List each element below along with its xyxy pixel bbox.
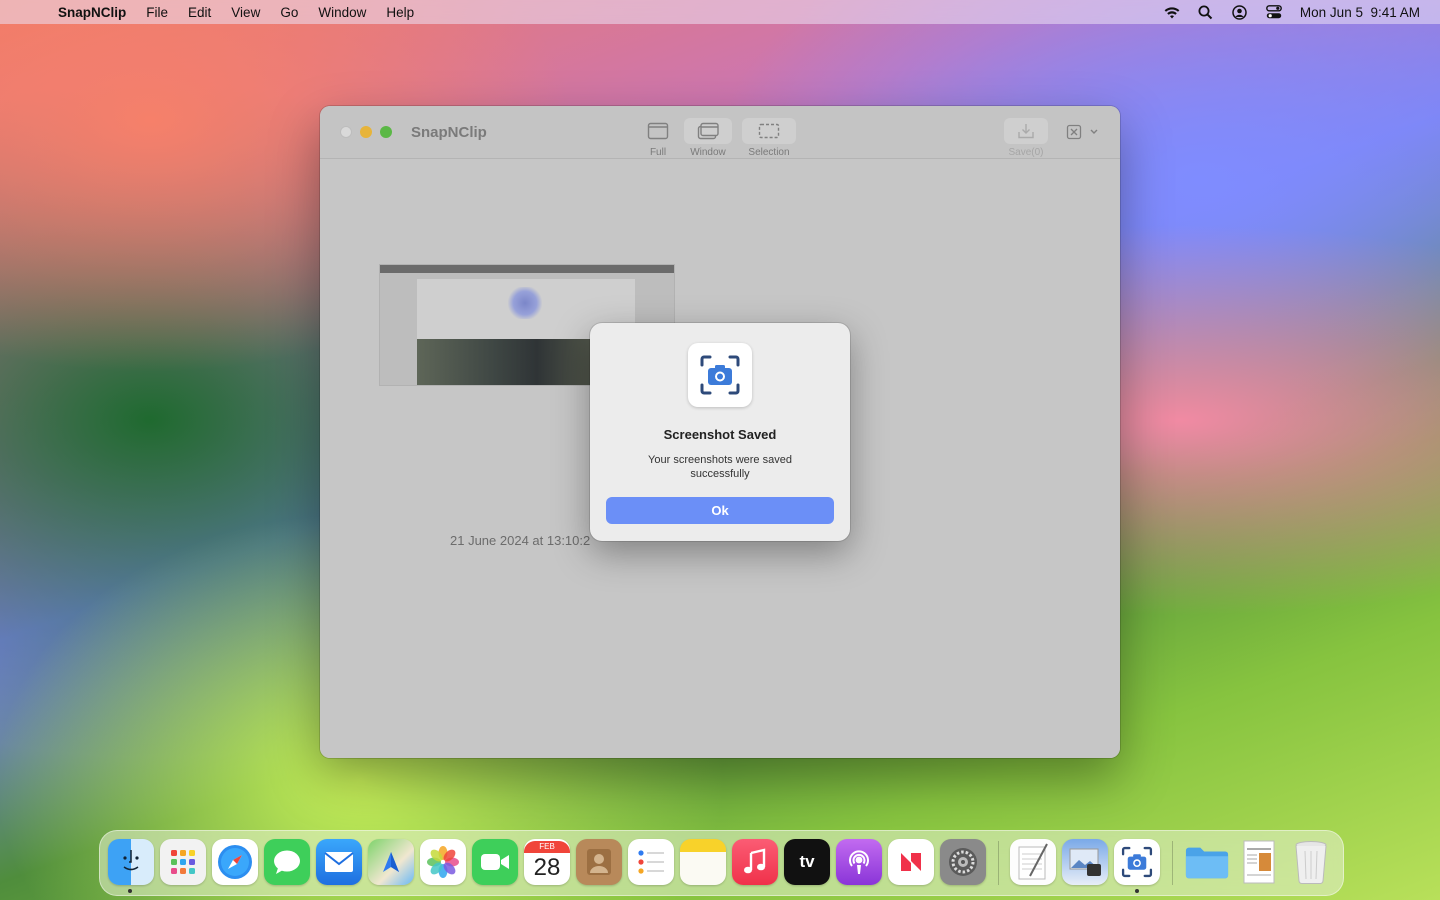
menu-edit[interactable]: Edit [178, 5, 221, 20]
traffic-lights [340, 126, 392, 138]
selection-label: Selection [748, 147, 790, 158]
zoom-button[interactable] [380, 126, 392, 138]
menu-help[interactable]: Help [376, 5, 424, 20]
clear-menu-button[interactable] [1066, 124, 1100, 143]
mail-icon[interactable] [316, 839, 362, 885]
textedit-icon[interactable] [1010, 839, 1056, 885]
reminders-icon[interactable] [628, 839, 674, 885]
safari-icon[interactable] [212, 839, 258, 885]
save-icon [1018, 124, 1034, 139]
finder-icon[interactable] [108, 839, 154, 885]
wifi-icon[interactable] [1164, 4, 1180, 20]
apple-tv-icon[interactable]: tv [784, 839, 830, 885]
save-label: Save(0) [1008, 147, 1044, 158]
finder-running-indicator [128, 889, 132, 893]
thumbnail-bar [380, 265, 674, 273]
news-icon[interactable] [888, 839, 934, 885]
capture-full-button[interactable]: Full [640, 118, 676, 158]
facetime-icon[interactable] [472, 839, 518, 885]
snapnclip-dock-icon[interactable] [1114, 839, 1160, 885]
user-icon[interactable] [1232, 4, 1248, 20]
ok-button[interactable]: Ok [606, 497, 834, 524]
screenshot-date: 21 June 2024 at 13:10:2 [450, 533, 591, 548]
dock-separator [998, 841, 999, 885]
maps-icon[interactable] [368, 839, 414, 885]
capture-selection-button[interactable]: Selection [742, 118, 796, 158]
window-label: Window [690, 147, 726, 158]
tv-label: tv [799, 852, 815, 871]
control-center-icon[interactable] [1266, 4, 1282, 20]
launchpad-icon[interactable] [160, 839, 206, 885]
photos-icon[interactable] [420, 839, 466, 885]
camera-icon [688, 343, 752, 407]
calendar-month: FEB [524, 841, 570, 853]
search-icon[interactable] [1198, 4, 1214, 20]
save-button[interactable]: Save(0) [1004, 118, 1048, 158]
thumbnail-graphic [508, 287, 542, 319]
document-icon[interactable] [1236, 839, 1282, 885]
menu-view[interactable]: View [221, 5, 270, 20]
window-capture-icon [697, 122, 719, 140]
dialog-message: Your screenshots were saved successfully [648, 454, 792, 480]
menu-app-name[interactable]: SnapNClip [48, 5, 136, 20]
menu-window[interactable]: Window [308, 5, 376, 20]
snapnclip-running-indicator [1135, 889, 1139, 893]
clear-icon [1066, 124, 1098, 140]
screenshot-saved-dialog: Screenshot Saved Your screenshots were s… [590, 323, 850, 541]
dock-separator-2 [1172, 841, 1173, 885]
menu-file[interactable]: File [136, 5, 178, 20]
system-settings-icon[interactable] [940, 839, 986, 885]
notes-icon[interactable] [680, 839, 726, 885]
dock: FEB 28 tv [99, 830, 1344, 896]
full-label: Full [649, 147, 667, 158]
menubar-clock[interactable]: Mon Jun 5 9:41 AM [1300, 5, 1420, 20]
calendar-icon[interactable]: FEB 28 [524, 839, 570, 885]
menu-go[interactable]: Go [270, 5, 308, 20]
minimize-button[interactable] [360, 126, 372, 138]
dialog-title: Screenshot Saved [663, 427, 777, 442]
messages-icon[interactable] [264, 839, 310, 885]
menubar: SnapNClip File Edit View Go Window Help … [0, 0, 1440, 24]
capture-window-button[interactable]: Window [684, 118, 732, 158]
window-titlebar: SnapNClip Full Window Selection Save(0) [320, 106, 1120, 159]
music-icon[interactable] [732, 839, 778, 885]
close-button[interactable] [340, 126, 352, 138]
preview-icon[interactable] [1062, 839, 1108, 885]
calendar-day: 28 [533, 854, 561, 881]
folder-icon[interactable] [1184, 839, 1230, 885]
full-screen-icon [647, 122, 669, 140]
trash-icon[interactable] [1288, 839, 1334, 885]
podcasts-icon[interactable] [836, 839, 882, 885]
contacts-icon[interactable] [576, 839, 622, 885]
selection-icon [758, 123, 780, 139]
window-title: SnapNClip [411, 124, 487, 141]
